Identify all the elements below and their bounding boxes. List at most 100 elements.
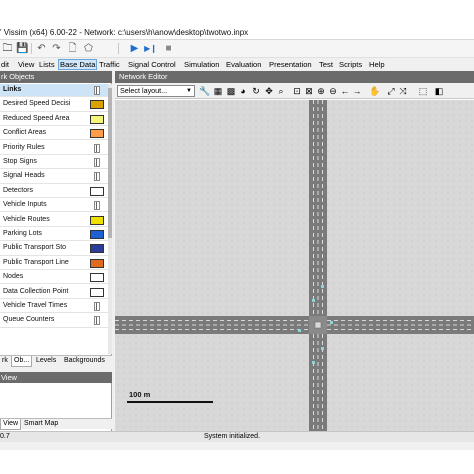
network-objects-scrollbar[interactable]	[108, 84, 112, 354]
menu-edit[interactable]: dit	[0, 59, 10, 70]
grid-icon[interactable]: ▦	[212, 85, 224, 97]
network-canvas[interactable]: 100 m	[115, 100, 474, 431]
network-object-row[interactable]: Signal Heads	[0, 170, 108, 184]
network-object-row[interactable]: Queue Counters	[0, 314, 108, 328]
network-object-row[interactable]: Parking Lots	[0, 228, 108, 242]
tab-network-objects[interactable]: Ob...	[11, 356, 33, 367]
connector-marker[interactable]	[321, 285, 324, 288]
network-object-row[interactable]: Vehicle Routes	[0, 214, 108, 227]
move-icon[interactable]: ⤢	[385, 85, 397, 97]
network-object-label: Data Collection Point	[3, 287, 69, 295]
color-swatch[interactable]	[94, 143, 100, 153]
zoom-in-icon[interactable]: ⊕	[315, 85, 327, 97]
sync-icon[interactable]: ↻	[250, 85, 262, 97]
play-icon[interactable]: ▶	[128, 42, 141, 55]
network-object-row[interactable]: Links	[0, 84, 108, 98]
network-object-row[interactable]: Stop Signs	[0, 156, 108, 170]
tab-backgrounds[interactable]: Backgrounds	[62, 356, 107, 367]
redo-icon[interactable]: ↷	[50, 42, 63, 55]
undo-icon[interactable]: ↶	[35, 42, 48, 55]
stop-icon[interactable]: ■	[162, 42, 175, 55]
tab-network[interactable]: rk	[0, 356, 10, 367]
globe-icon[interactable]: ◕	[237, 85, 249, 97]
hand-icon[interactable]: ✋	[369, 85, 381, 97]
connector-marker[interactable]	[330, 321, 333, 324]
menu-traffic[interactable]: Traffic	[98, 59, 121, 70]
menu-test[interactable]: Test	[318, 59, 334, 70]
color-swatch[interactable]	[90, 114, 104, 124]
connector-marker[interactable]	[312, 299, 315, 302]
color-swatch[interactable]	[90, 186, 104, 196]
scale-label: 100 m	[129, 390, 151, 399]
scale-bar	[127, 401, 213, 403]
tab-smart-map[interactable]: Smart Map	[22, 419, 60, 430]
title-bar: ' Vissim (x64) 6.00-22 - Network: c:\use…	[0, 26, 474, 40]
network-object-row[interactable]: Data Collection Point	[0, 286, 108, 299]
bitmap-icon[interactable]: ▩	[225, 85, 237, 97]
connector-marker[interactable]	[312, 361, 315, 364]
wrench-icon[interactable]: 🔧	[199, 85, 211, 97]
back-icon[interactable]: ←	[339, 85, 351, 97]
network-object-label: Public Transport Line	[3, 258, 69, 266]
node-marker[interactable]	[314, 321, 322, 329]
network-object-row[interactable]: Vehicle Travel Times	[0, 300, 108, 314]
menu-scripts[interactable]: Scripts	[338, 59, 363, 70]
zoom-area-icon[interactable]: ⌕	[275, 85, 287, 97]
menu-help[interactable]: Help	[368, 59, 386, 70]
network-object-row[interactable]: Vehicle Inputs	[0, 199, 108, 213]
network-object-label: Conflict Areas	[3, 129, 47, 137]
zoom-all-icon[interactable]: ⊡	[291, 85, 303, 97]
color-swatch[interactable]	[90, 273, 104, 283]
zoom-network-icon[interactable]: ⊠	[303, 85, 315, 97]
network-objects-panel: rk Objects Links Desired Speed Decisi Redu…	[0, 71, 112, 367]
color-swatch[interactable]	[94, 86, 100, 95]
color-swatch[interactable]	[90, 100, 104, 110]
color-swatch[interactable]	[90, 258, 104, 268]
status-message: System initialized.	[204, 433, 261, 440]
style-icon[interactable]: ⬚	[417, 85, 429, 97]
display-icon[interactable]: ◧	[433, 85, 445, 97]
network-object-row[interactable]: Nodes	[0, 271, 108, 285]
menu-simulation[interactable]: Simulation	[183, 59, 220, 70]
open-folder-icon[interactable]: 🗀	[1, 42, 14, 55]
color-swatch[interactable]	[94, 201, 100, 211]
color-swatch[interactable]	[90, 230, 104, 239]
network-object-row[interactable]: Desired Speed Decisi	[0, 98, 108, 112]
network-object-row[interactable]: Detectors	[0, 185, 108, 198]
road-network[interactable]	[115, 100, 474, 431]
tab-levels[interactable]: Levels	[34, 356, 58, 367]
network-icon[interactable]: ⬠	[82, 42, 95, 55]
network-object-row[interactable]: Priority Rules	[0, 142, 108, 155]
network-object-row[interactable]: Reduced Speed Area	[0, 113, 108, 126]
save-icon[interactable]: 💾	[16, 42, 29, 55]
network-object-row[interactable]: Public Transport Line	[0, 257, 108, 270]
menu-evaluation[interactable]: Evaluation	[225, 59, 262, 70]
color-swatch[interactable]	[94, 158, 100, 167]
menu-signal-control[interactable]: Signal Control	[127, 59, 177, 70]
zoom-out-icon[interactable]: ⊖	[327, 85, 339, 97]
network-object-row[interactable]: Conflict Areas	[0, 127, 108, 141]
network-objects-list: Links Desired Speed Decisi Reduced Speed A…	[0, 84, 112, 354]
menu-view[interactable]: View	[17, 59, 35, 70]
menu-presentation[interactable]: Presentation	[268, 59, 313, 70]
color-swatch[interactable]	[94, 302, 100, 311]
open-file-icon[interactable]: 🗋	[66, 42, 79, 55]
tab-quick-view[interactable]: View	[0, 419, 22, 430]
connector-marker[interactable]	[298, 329, 301, 332]
layout-select[interactable]: Select layout... ▼	[117, 85, 195, 97]
scrollbar-thumb[interactable]	[108, 88, 112, 238]
color-swatch[interactable]	[94, 172, 100, 182]
menu-base-data[interactable]: Base Data	[58, 59, 98, 70]
color-swatch[interactable]	[90, 287, 104, 297]
pan-icon[interactable]: ✥	[263, 85, 275, 97]
connector-marker[interactable]	[321, 347, 324, 350]
color-swatch[interactable]	[90, 244, 104, 254]
color-swatch[interactable]	[90, 215, 104, 225]
color-swatch[interactable]	[94, 316, 100, 326]
step-icon[interactable]: ▶❙	[144, 42, 157, 55]
direction-icon[interactable]: ⤨	[397, 85, 409, 97]
forward-icon[interactable]: →	[351, 85, 363, 97]
color-swatch[interactable]	[90, 129, 104, 139]
network-object-row[interactable]: Public Transport Sto	[0, 242, 108, 256]
menu-lists[interactable]: Lists	[38, 59, 56, 70]
